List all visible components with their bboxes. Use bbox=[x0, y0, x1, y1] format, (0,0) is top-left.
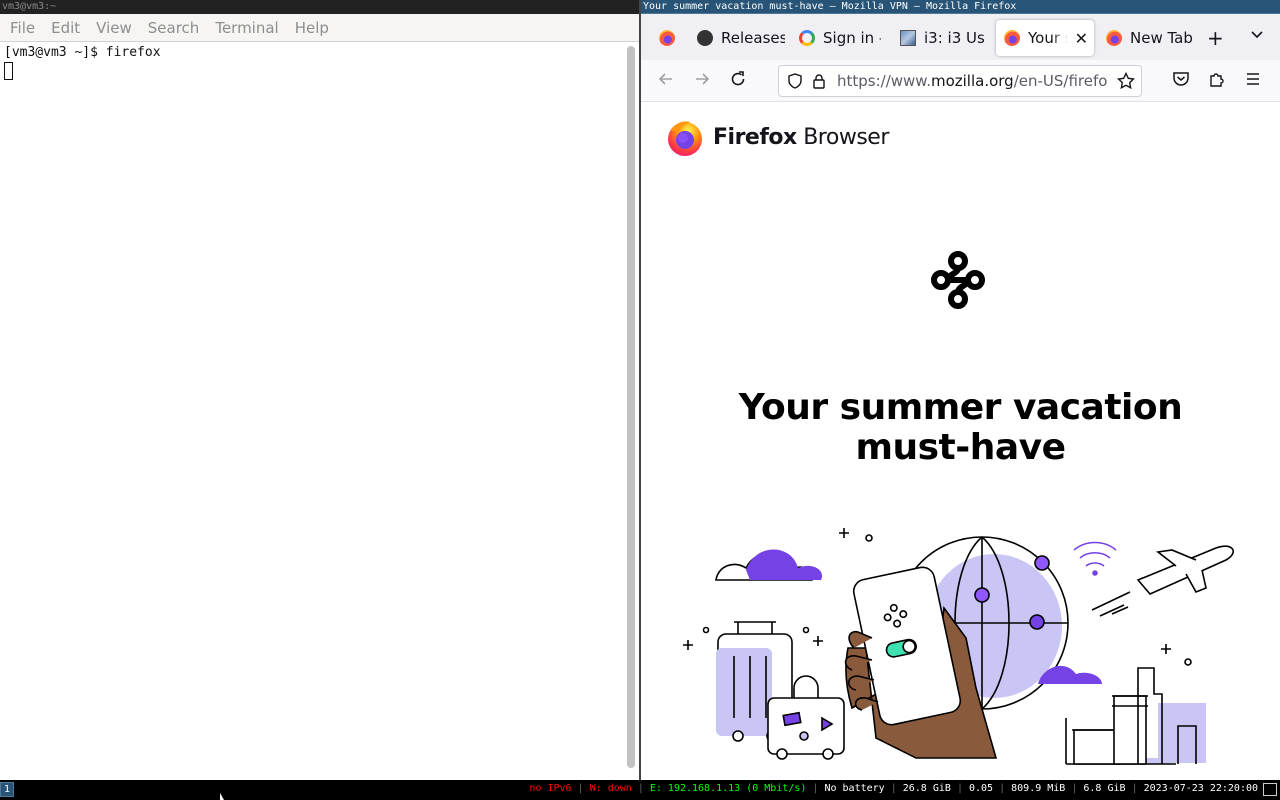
back-arrow-icon bbox=[658, 73, 672, 85]
puzzle-icon bbox=[1210, 73, 1224, 87]
menu-file[interactable]: File bbox=[2, 14, 43, 42]
battery-status: No battery bbox=[824, 783, 885, 794]
terminal-window[interactable]: File Edit View Search Terminal Help [vm3… bbox=[0, 14, 639, 780]
mouse-pointer-icon bbox=[220, 793, 224, 800]
firefox-browser-brand[interactable]: Firefox Browser bbox=[665, 117, 889, 157]
ipv6-status: no IPv6 bbox=[529, 783, 572, 794]
menu-search[interactable]: Search bbox=[140, 14, 208, 42]
mozilla-vpn-logo-icon bbox=[931, 251, 985, 309]
shield-icon[interactable] bbox=[787, 73, 803, 89]
forward-arrow-icon bbox=[696, 73, 710, 85]
tray-network-icon[interactable] bbox=[1263, 783, 1277, 796]
app-menu-button[interactable] bbox=[1244, 70, 1262, 93]
memory-used-status: 809.9 MiB bbox=[1011, 783, 1066, 794]
menu-help[interactable]: Help bbox=[287, 14, 337, 42]
wifi-status: W: down bbox=[589, 783, 632, 794]
memory-avail-status: 6.8 GiB bbox=[1083, 783, 1126, 794]
terminal-prompt-line: [vm3@vm3 ~]$ firefox bbox=[4, 45, 161, 60]
tab-label: i3: i3 Use bbox=[924, 29, 984, 47]
hamburger-icon bbox=[1247, 73, 1259, 85]
firefox-icon bbox=[659, 30, 675, 46]
tab-sign-in[interactable]: Sign in – bbox=[799, 20, 881, 56]
lock-icon[interactable] bbox=[811, 73, 827, 89]
firefox-logo-icon bbox=[668, 121, 702, 156]
extensions-button[interactable] bbox=[1208, 70, 1226, 93]
url-bar[interactable]: https://www.mozilla.org/en-US/firefox/ bbox=[778, 65, 1142, 97]
firefox-window: Releases Sign in – i3: i3 Use Your su ✕ … bbox=[641, 14, 1280, 780]
forward-button[interactable] bbox=[693, 70, 711, 93]
nav-toolbar: https://www.mozilla.org/en-US/firefox/ bbox=[641, 60, 1280, 102]
load-status: 0.05 bbox=[968, 783, 994, 794]
terminal-scrollbar[interactable] bbox=[627, 46, 635, 768]
page-content: Firefox Browser Your summer vacation mus… bbox=[641, 103, 1280, 780]
tab-releases[interactable]: Releases bbox=[697, 20, 785, 56]
i3-status-bar: 1 no IPv6 | W: down | E: 192.168.1.13 (0… bbox=[0, 780, 1280, 800]
reload-icon bbox=[731, 71, 745, 86]
url-text[interactable]: https://www.mozilla.org/en-US/firefox/ bbox=[837, 72, 1107, 90]
bookmark-star-icon[interactable] bbox=[1117, 72, 1135, 90]
terminal-window-title: vm3@vm3:~ bbox=[0, 0, 639, 14]
tab-label: Sign in – bbox=[823, 29, 881, 47]
firefox-icon bbox=[1004, 30, 1020, 46]
disk-status: 26.8 GiB bbox=[902, 783, 951, 794]
new-tab-button[interactable]: + bbox=[1207, 28, 1224, 48]
tab-bar: Releases Sign in – i3: i3 Use Your su ✕ … bbox=[641, 14, 1280, 60]
pocket-icon bbox=[1173, 72, 1189, 86]
terminal-cursor bbox=[4, 62, 13, 80]
tab-firefox-view[interactable] bbox=[649, 20, 685, 56]
tab-label: Releases bbox=[721, 29, 785, 47]
menu-edit[interactable]: Edit bbox=[43, 14, 88, 42]
pocket-button[interactable] bbox=[1172, 70, 1190, 93]
workspace-button-1[interactable]: 1 bbox=[0, 782, 14, 797]
tab-label: New Tab bbox=[1130, 29, 1193, 47]
chevron-down-icon[interactable] bbox=[1250, 28, 1264, 44]
ethernet-status: E: 192.168.1.13 (0 Mbit/s) bbox=[649, 783, 807, 794]
brand-name: Firefox Browser bbox=[713, 124, 889, 150]
firefox-icon bbox=[1106, 30, 1122, 46]
tab-label: Your su bbox=[1028, 29, 1068, 47]
i3-icon bbox=[900, 30, 916, 46]
github-icon bbox=[697, 30, 713, 46]
menu-terminal[interactable]: Terminal bbox=[207, 14, 286, 42]
terminal-menubar: File Edit View Search Terminal Help bbox=[0, 14, 639, 42]
summer-vacation-illustration bbox=[683, 528, 1234, 765]
close-icon[interactable]: ✕ bbox=[1075, 29, 1088, 48]
tab-active-vpn[interactable]: Your su ✕ bbox=[996, 20, 1094, 56]
tab-new-tab[interactable]: New Tab bbox=[1106, 20, 1198, 56]
terminal-output[interactable]: [vm3@vm3 ~]$ firefox bbox=[0, 43, 624, 780]
google-icon bbox=[799, 30, 815, 46]
firefox-window-title: Your summer vacation must-have — Mozilla… bbox=[641, 0, 1280, 14]
datetime-status: 2023-07-23 22:20:00 bbox=[1143, 783, 1258, 794]
back-button[interactable] bbox=[657, 70, 675, 93]
page-headline: Your summer vacation must-have bbox=[738, 387, 1183, 468]
reload-button[interactable] bbox=[729, 70, 747, 93]
status-line: no IPv6 | W: down | E: 192.168.1.13 (0 M… bbox=[529, 783, 1258, 794]
tab-i3-user-guide[interactable]: i3: i3 Use bbox=[900, 20, 984, 56]
menu-view[interactable]: View bbox=[88, 14, 140, 42]
